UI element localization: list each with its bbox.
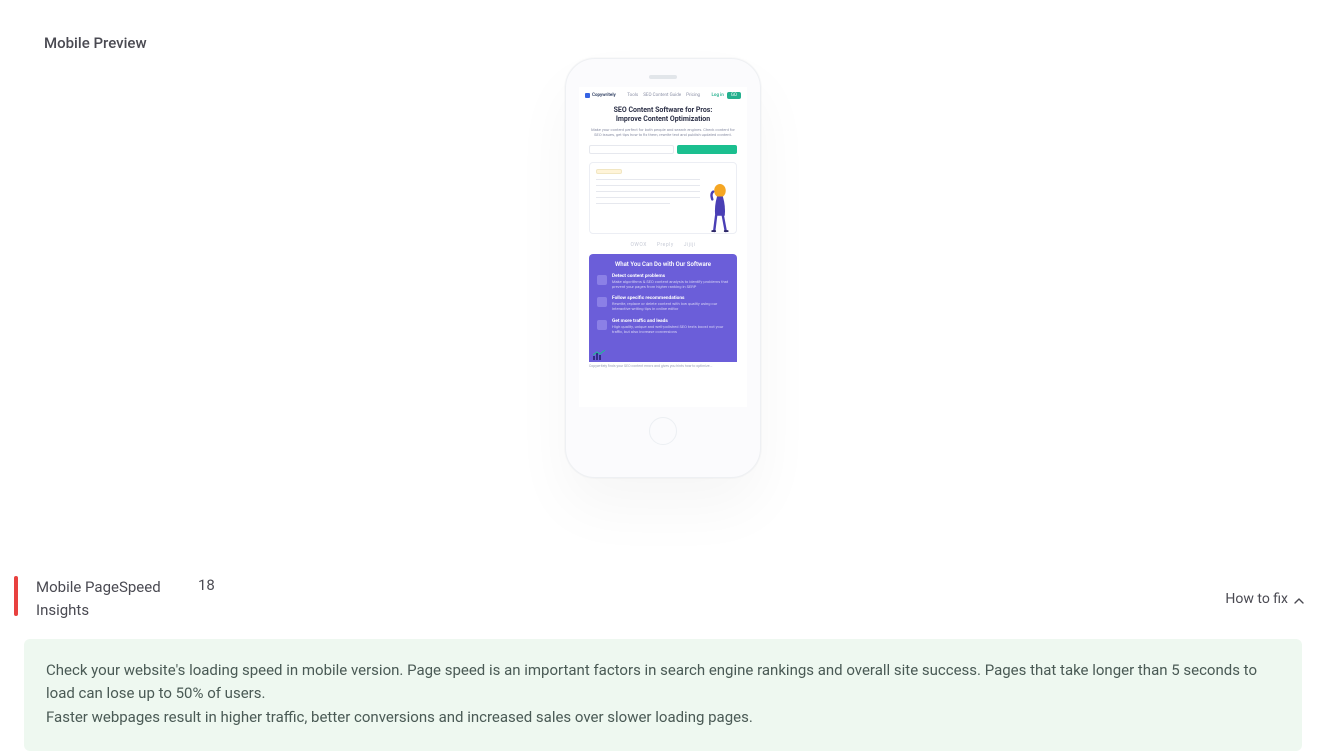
phone-preview-area: Copywritely Tools SEO Content Guide Pric… xyxy=(30,58,1296,543)
feature-icon xyxy=(597,297,607,307)
phone-frame: Copywritely Tools SEO Content Guide Pric… xyxy=(565,58,761,478)
phone-speaker xyxy=(649,75,677,79)
hero-title-line1: SEO Content Software for Pros: xyxy=(614,106,713,114)
how-to-fix-tip: Check your website's loading speed in mo… xyxy=(24,639,1302,751)
demo-card xyxy=(589,162,737,234)
logo-item: Preply xyxy=(657,242,674,248)
pagespeed-card: Mobile PageSpeed Insights 18 How to fix … xyxy=(14,557,1312,751)
feature-desc: Rewrite, replace or delete content with … xyxy=(612,301,729,311)
how-to-fix-label: How to fix xyxy=(1225,591,1288,607)
keyword-chip xyxy=(596,169,622,174)
chart-icon xyxy=(593,350,607,360)
section-title: Mobile Preview xyxy=(44,34,1296,52)
phone-screen: Copywritely Tools SEO Content Guide Pric… xyxy=(579,87,747,407)
logo-item: Jijiji xyxy=(684,242,696,248)
tip-paragraph: Faster webpages result in higher traffic… xyxy=(46,706,1280,729)
hero-form xyxy=(579,145,747,154)
feature-item: Follow specific recommendations Rewrite,… xyxy=(597,296,729,311)
pagespeed-label: Mobile PageSpeed Insights xyxy=(36,576,176,621)
nav-link: Pricing xyxy=(686,93,700,98)
site-logo: Copywritely xyxy=(585,93,616,98)
hero-title-line2: Improve Content Optimization xyxy=(616,115,710,123)
feature-desc: High quality, unique and well-polished S… xyxy=(612,324,729,334)
tip-paragraph: Check your website's loading speed in mo… xyxy=(46,659,1280,706)
login-link: Log in xyxy=(711,93,723,98)
phone-home-button xyxy=(649,417,677,445)
nav-link: Tools xyxy=(627,93,638,98)
feature-icon xyxy=(597,275,607,285)
feature-item: Detect content problems Make algorithms … xyxy=(597,274,729,289)
hero-subtitle: Make your content perfect for both peopl… xyxy=(589,127,737,137)
how-to-fix-toggle[interactable]: How to fix xyxy=(1225,591,1304,607)
feature-desc: Make algorithms & SEO content analysis t… xyxy=(612,279,729,289)
feature-icon xyxy=(597,320,607,330)
nav-cta: GO xyxy=(727,92,741,99)
logo-item: OWOX xyxy=(630,242,646,248)
pagespeed-score: 18 xyxy=(198,576,215,594)
brand-name: Copywritely xyxy=(592,93,616,98)
nav-link: SEO Content Guide xyxy=(643,93,681,98)
customer-logos: OWOX Preply Jijiji xyxy=(579,242,747,248)
hero: SEO Content Software for Pros: Improve C… xyxy=(579,102,747,141)
url-input xyxy=(589,145,674,154)
logo-icon xyxy=(585,93,590,98)
submit-button xyxy=(677,145,737,154)
panel-title: What You Can Do with Our Software xyxy=(597,261,729,268)
feature-item: Get more traffic and leads High quality,… xyxy=(597,319,729,334)
mobile-preview-card: Mobile Preview Copywritely Tools SEO Con… xyxy=(0,0,1326,543)
features-panel: What You Can Do with Our Software Detect… xyxy=(589,254,737,362)
site-navbar: Copywritely Tools SEO Content Guide Pric… xyxy=(579,87,747,102)
chevron-up-icon xyxy=(1294,594,1304,604)
nav-links: Tools SEO Content Guide Pricing xyxy=(627,93,700,98)
person-illustration xyxy=(706,183,732,233)
status-bar-red xyxy=(14,576,18,616)
